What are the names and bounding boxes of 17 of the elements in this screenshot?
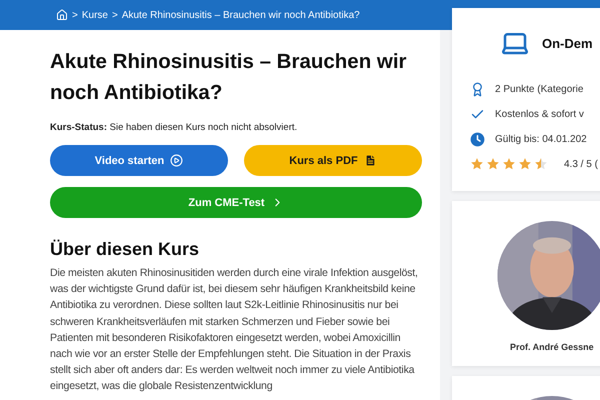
info-text: Kostenlos & sofort v [495,109,584,120]
section-heading: Über diesen Kurs [50,239,200,260]
breadcrumb-link[interactable]: Akute Rhinosinusitis – Brauchen wir noch Antibiotika? [122,10,360,20]
speaker-name: Prof. André Gessne [510,342,594,352]
info-text: Gültig bis: 04.01.202 [495,134,587,145]
breadcrumb-link[interactable]: Kurse [82,10,108,20]
card-title: On-Dem [542,36,593,50]
course-status: Kurs-Status: Sie haben diesen Kurs noch nicht absolviert. [50,122,298,133]
video-button[interactable]: Video starten [50,145,228,176]
course-description: Die meisten akuten Rhinosinusitiden werden durch eine virale Infektion ausgelöst, was der wichtigste Grund dafür ist, bei diesem sehr häufigen Krankheitsbild keine Antibiotika zu verordnen. Diese sollten laut S2k-Leitlinie Rhinosinusitis nur bei schweren Krankheitsverläufen mit starken Schmerzen und Fieber sowie bei Patienten mit besonderen Risikofaktoren eingesetzt werden, wobei Amoxicillin nach wie vor an erster Stelle der Empfehlungen steht. Die Situation in der Praxis stellt sich aber oft anders dar: Es werden weltweit noch immer zu viele Antibiotika eingesetzt, was die globale Resistenzentwicklung [50,266,419,394]
rating-text: 4.3 / 5 ( [564,158,598,170]
info-text: 2 Punkte (Kategorie [495,84,584,95]
page-title: Akute Rhinosinusitis – Brauchen wir noch Antibiotika? [50,49,408,106]
breadcrumb-separator: > [72,10,78,20]
breadcrumb-separator: > [112,10,118,20]
pdf-button[interactable]: Kurs als PDF [244,145,422,176]
cme-test-button[interactable]: Zum CME-Test [50,187,422,218]
